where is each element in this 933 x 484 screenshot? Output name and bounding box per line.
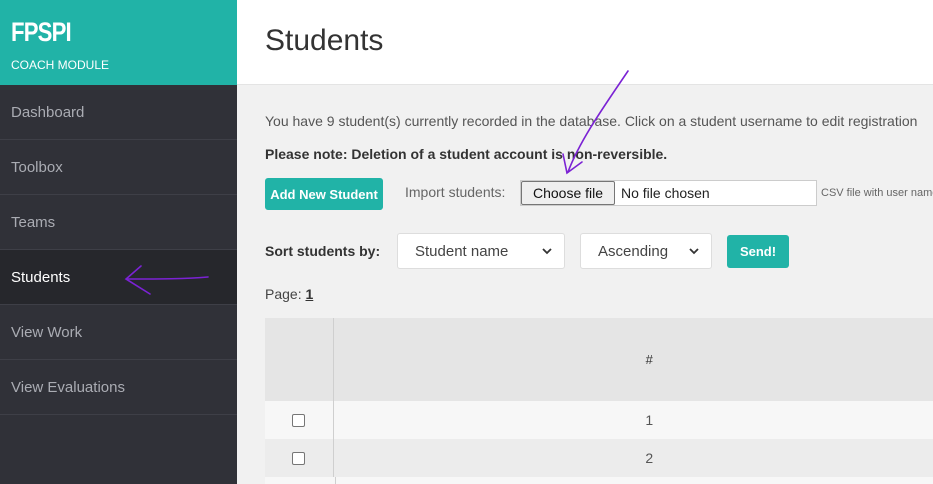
sort-order-value: Ascending [598,242,669,260]
main-content: Students You have 9 student(s) currently… [237,0,933,484]
sidebar-item-view-work[interactable]: View Work [0,305,237,360]
sidebar-item-toolbox[interactable]: Toolbox [0,140,237,195]
table-header: # [265,318,933,401]
csv-hint: CSV file with user names [821,187,933,199]
sidebar-item-teams[interactable]: Teams [0,195,237,250]
header-number[interactable]: # [334,318,933,401]
sidebar-item-view-evaluations[interactable]: View Evaluations [0,360,237,415]
sort-label: Sort students by: [265,243,381,259]
row-check-cell [265,439,334,477]
pagination-label: Page: [265,286,302,302]
import-label: Import students: [405,184,506,200]
info-text: You have 9 student(s) currently recorded… [265,113,918,129]
sort-field-value: Student name [415,242,509,260]
sidebar-item-students[interactable]: Students [0,250,237,305]
chevron-down-icon [689,248,699,255]
sidebar-item-dashboard[interactable]: Dashboard [0,85,237,140]
brand-logo[interactable]: FPSPI [11,17,196,47]
sort-field-select[interactable]: Student name [397,233,565,269]
send-button[interactable]: Send! [727,235,789,268]
file-input[interactable]: Choose file No file chosen [520,180,817,206]
header-check-cell [265,318,334,401]
page-link-1[interactable]: 1 [305,286,313,302]
table-row [265,477,933,484]
pagination: Page: 1 [265,286,313,302]
row-number: 1 [645,412,654,428]
row-check-cell [265,401,334,439]
row-number: 2 [645,450,654,466]
students-table: # 1 2 [265,318,933,484]
row-checkbox[interactable] [292,451,306,465]
add-new-student-button[interactable]: Add New Student [265,178,383,210]
deletion-note: Please note: Deletion of a student accou… [265,146,668,162]
sidebar: FPSPI COACH MODULE Dashboard Toolbox Tea… [0,0,237,484]
row-checkbox[interactable] [292,413,306,427]
chevron-down-icon [542,248,552,255]
brand-header: FPSPI COACH MODULE [0,0,237,85]
table-row: 1 [265,401,933,439]
sort-order-select[interactable]: Ascending [580,233,712,269]
page-header: Students [237,0,933,85]
brand-subtitle: COACH MODULE [11,58,110,72]
page-title: Students [265,24,384,57]
choose-file-button[interactable]: Choose file [521,181,615,205]
file-status: No file chosen [621,185,710,201]
table-row: 2 [265,439,933,477]
row-check-cell [265,477,336,484]
